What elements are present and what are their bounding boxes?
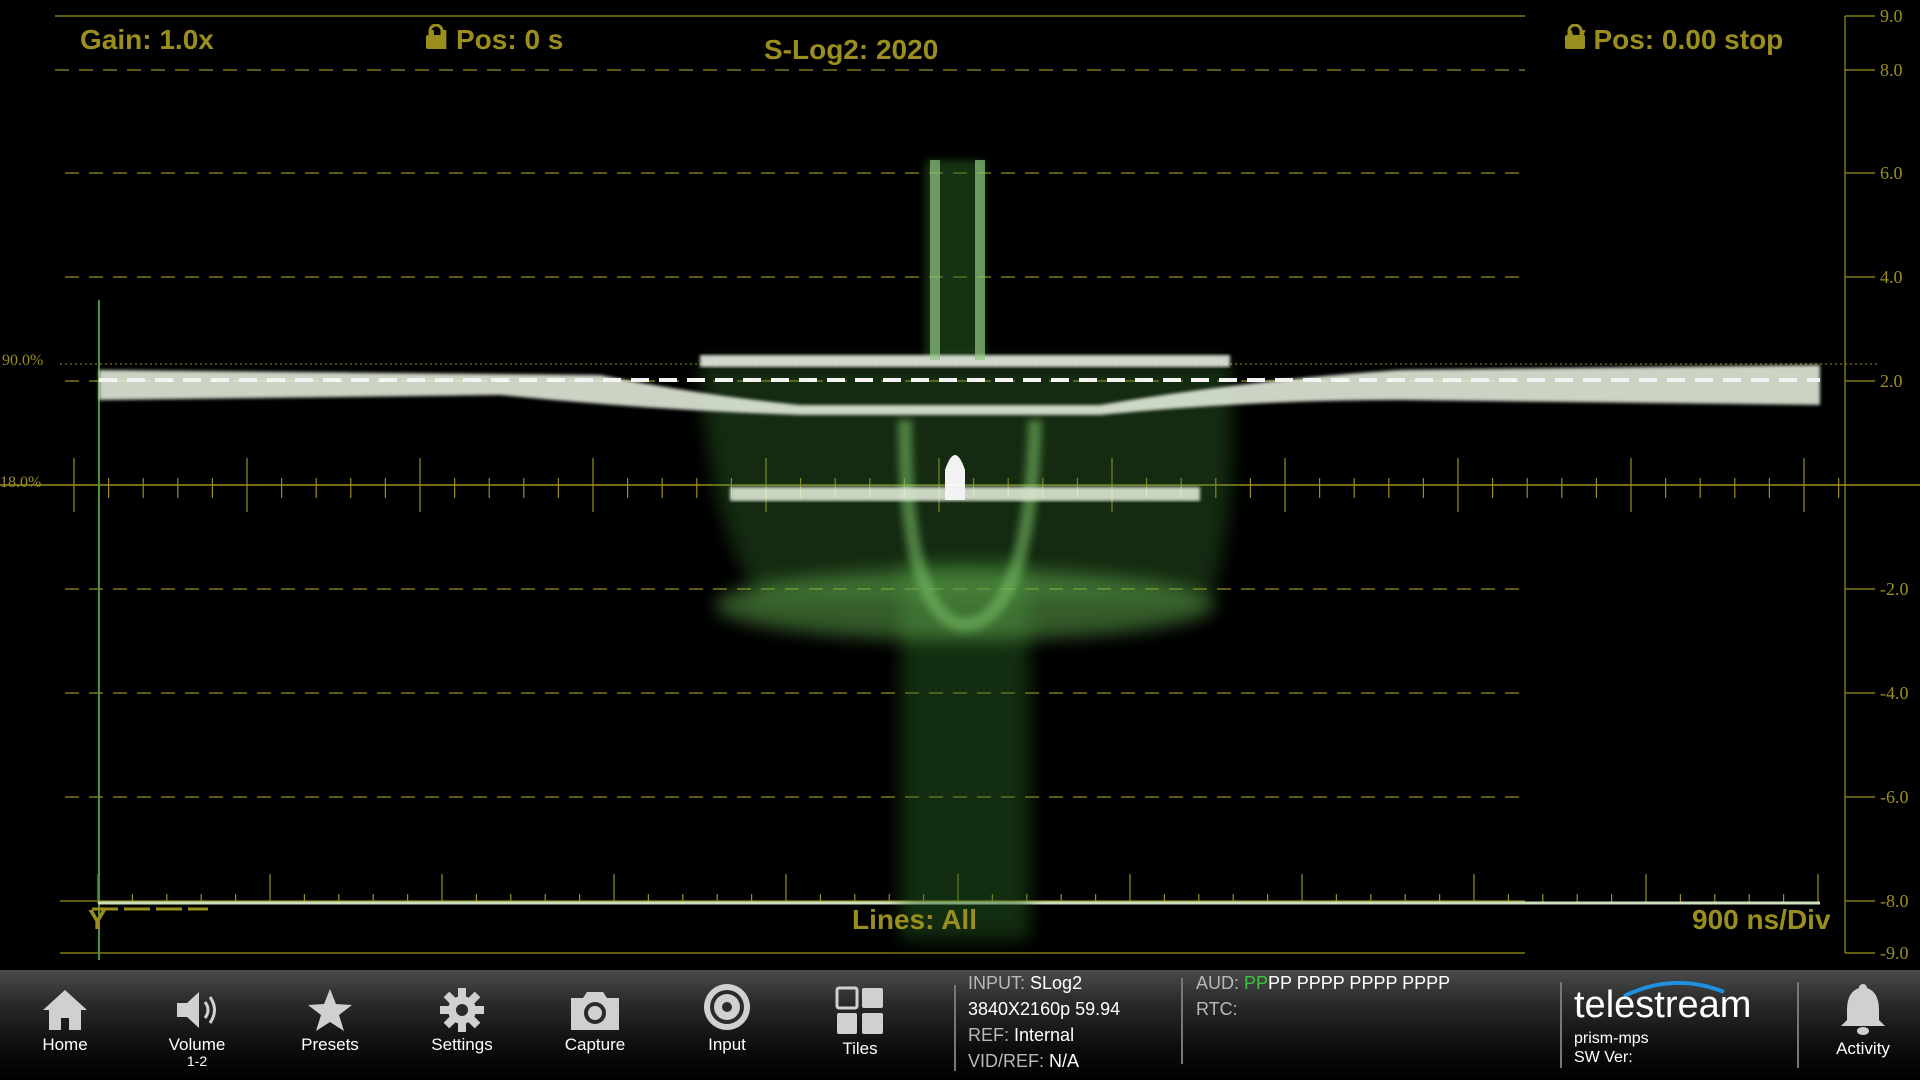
v-pos-label: V Pos: 0.00 stop bbox=[1567, 24, 1784, 55]
toolbar-divider bbox=[954, 985, 956, 1071]
home-icon bbox=[43, 990, 87, 1030]
audio-status: AUD: PPPP PPPP PPPP PPPP bbox=[1196, 970, 1450, 996]
brand-panel: telestream prism-mps SW Ver: bbox=[1574, 978, 1794, 1074]
tiles-button[interactable]: Tiles bbox=[805, 970, 915, 1080]
tiles-label: Tiles bbox=[842, 1039, 878, 1058]
audio-status-label: AUD: bbox=[1196, 973, 1240, 993]
settings-button[interactable]: Settings bbox=[407, 970, 517, 1080]
input-status-value: SLog2 bbox=[1030, 973, 1083, 993]
vid-ref-label: VID/REF: bbox=[968, 1051, 1045, 1071]
camera-icon bbox=[571, 992, 619, 1030]
input-button[interactable]: Input bbox=[672, 970, 782, 1080]
h-pos-readout[interactable]: H Pos: 0 s bbox=[424, 24, 563, 56]
input-target-icon bbox=[704, 984, 750, 1030]
gear-icon bbox=[440, 988, 484, 1032]
presets-label: Presets bbox=[301, 1035, 359, 1054]
capture-label: Capture bbox=[564, 1035, 626, 1054]
right-scale-label: 8.0 bbox=[1880, 60, 1903, 80]
input-status-panel: INPUT: SLog2 3840X2160p 59.94 REF: Inter… bbox=[968, 970, 1120, 1074]
toolbar-divider bbox=[1181, 978, 1183, 1064]
brand-logo: telestream bbox=[1574, 984, 1752, 1026]
star-icon bbox=[308, 989, 352, 1031]
home-button[interactable]: Home bbox=[10, 970, 120, 1080]
right-scale-label: -9.0 bbox=[1880, 943, 1909, 963]
log-standard-title: S-Log2: 2020 bbox=[764, 34, 939, 65]
settings-label: Settings bbox=[431, 1035, 493, 1054]
waveform-trace bbox=[98, 160, 1820, 960]
trace-channel-label: Y bbox=[88, 904, 208, 936]
v-pos-readout[interactable]: V Pos: 0.00 stop bbox=[1563, 24, 1813, 56]
toolbar-divider bbox=[1560, 982, 1562, 1068]
bottom-toolbar: Home Volume 1-2 Presets Settings Capture… bbox=[0, 970, 1920, 1080]
right-scale-label: 6.0 bbox=[1880, 163, 1903, 183]
right-scale-label: -2.0 bbox=[1880, 579, 1909, 599]
speaker-icon bbox=[177, 992, 216, 1028]
audio-active-pairs: PP bbox=[1244, 973, 1269, 993]
volume-channel: 1-2 bbox=[186, 1053, 208, 1069]
activity-button[interactable]: Activity bbox=[1808, 970, 1918, 1080]
waveform-display[interactable]: 90.0% 18.0% 9.0 8.0 6.0 4.0 2.0 -2.0 -4.0 -6.0 -… bbox=[0, 0, 1920, 970]
waveform-graticule bbox=[0, 15, 1920, 960]
input-label: Input bbox=[708, 1035, 746, 1054]
input-status-label: INPUT: bbox=[968, 973, 1026, 993]
audio-status-panel: AUD: PPPP PPPP PPPP PPPP RTC: bbox=[1196, 970, 1450, 1022]
timebase-readout[interactable]: 900 ns/Div bbox=[1692, 904, 1831, 936]
home-label: Home bbox=[42, 1035, 88, 1054]
audio-inactive-pairs: PP PPPP PPPP PPPP bbox=[1268, 973, 1451, 993]
device-name: prism-mps bbox=[1574, 1030, 1649, 1047]
trace-dash-icon bbox=[92, 907, 208, 911]
ref-status-value: Internal bbox=[1014, 1025, 1075, 1045]
video-format: 3840X2160p 59.94 bbox=[968, 999, 1121, 1019]
volume-button[interactable]: Volume 1-2 bbox=[142, 970, 252, 1080]
sw-version-label: SW Ver: bbox=[1574, 1049, 1633, 1066]
rtc-status: RTC: bbox=[1196, 996, 1450, 1022]
right-scale-label: 4.0 bbox=[1880, 267, 1903, 287]
right-scale-label: -8.0 bbox=[1880, 891, 1909, 911]
lines-readout[interactable]: Lines: All bbox=[852, 904, 977, 936]
bell-icon bbox=[1841, 984, 1885, 1035]
input-status: INPUT: SLog2 bbox=[968, 970, 1120, 996]
capture-button[interactable]: Capture bbox=[540, 970, 650, 1080]
gain-readout[interactable]: Gain: 1.0x bbox=[80, 24, 214, 56]
toolbar-divider bbox=[1797, 982, 1799, 1068]
right-scale-label: 9.0 bbox=[1880, 6, 1903, 26]
left-mark-18: 18.0% bbox=[0, 474, 42, 491]
right-scale-label: -6.0 bbox=[1880, 787, 1909, 807]
vid-ref-value: N/A bbox=[1049, 1051, 1080, 1071]
presets-button[interactable]: Presets bbox=[275, 970, 385, 1080]
activity-label: Activity bbox=[1836, 1039, 1890, 1058]
tiles-icon bbox=[835, 986, 883, 1034]
right-scale-label: 2.0 bbox=[1880, 371, 1903, 391]
rtc-status-label: RTC: bbox=[1196, 999, 1238, 1019]
ref-status-label: REF: bbox=[968, 1025, 1010, 1045]
left-mark-90: 90.0% bbox=[2, 352, 44, 369]
h-pos-label: H Pos: 0 s bbox=[428, 24, 564, 55]
right-scale-label: -4.0 bbox=[1880, 683, 1909, 703]
volume-label: Volume bbox=[168, 1035, 226, 1054]
vid-ref-status: VID/REF: N/A bbox=[968, 1048, 1120, 1074]
ref-status: REF: Internal bbox=[968, 1022, 1120, 1048]
